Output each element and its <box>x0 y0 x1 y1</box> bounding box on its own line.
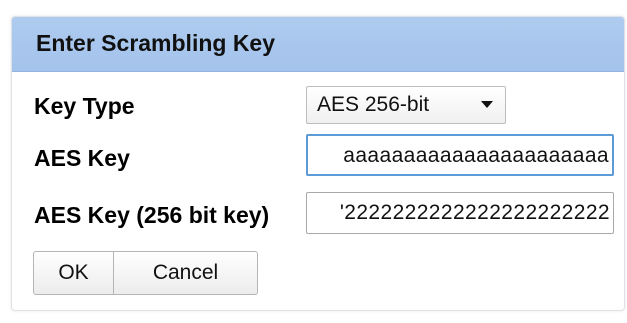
ok-button[interactable]: OK <box>33 251 114 295</box>
aes-key-256-label: AES Key (256 bit key) <box>34 202 270 228</box>
aes-key-label: AES Key <box>34 145 130 171</box>
key-type-selected-value: AES 256-bit <box>317 93 430 116</box>
aes-key-256-input[interactable]: '2222222222222222222222 <box>306 192 614 234</box>
chevron-down-icon[interactable] <box>481 101 493 108</box>
aes-key-256-input-value: '2222222222222222222222 <box>339 201 610 224</box>
key-type-label: Key Type <box>34 93 135 119</box>
key-type-select[interactable]: AES 256-bit <box>306 86 506 124</box>
aes-key-input-value: aaaaaaaaaaaaaaaaaaaaaa <box>343 144 609 167</box>
scrambling-key-dialog: Enter Scrambling Key Key Type AES 256-bi… <box>11 16 625 311</box>
dialog-title: Enter Scrambling Key <box>36 30 276 56</box>
dialog-titlebar: Enter Scrambling Key <box>12 17 624 72</box>
dialog-button-group: OK Cancel <box>33 251 258 295</box>
cancel-button[interactable]: Cancel <box>114 251 258 295</box>
aes-key-input[interactable]: aaaaaaaaaaaaaaaaaaaaaa <box>306 134 614 176</box>
